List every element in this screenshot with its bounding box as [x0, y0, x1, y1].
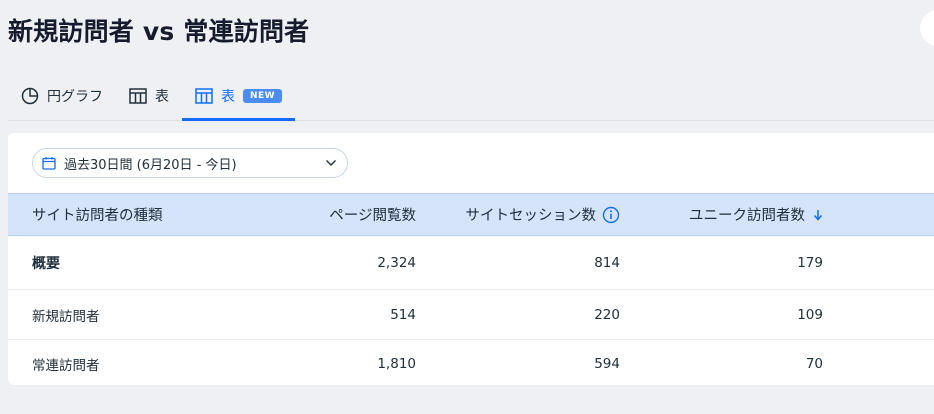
column-header-visitor-type[interactable]: サイト訪問者の種類 [8, 193, 188, 236]
column-header-sessions[interactable]: サイトセッション数 [416, 193, 620, 236]
column-header-unique-visitors[interactable]: ユニーク訪問者数 [620, 193, 823, 236]
tab-table-new[interactable]: 表 NEW [182, 72, 296, 121]
cell-page-views: 1,810 [377, 355, 416, 372]
new-badge: NEW [243, 89, 283, 103]
tab-label: 円グラフ [47, 89, 103, 105]
column-header-spacer [823, 193, 934, 236]
cell-unique-visitors: 109 [797, 306, 823, 323]
cell-visitor-type: 新規訪問者 [32, 308, 100, 325]
date-range-label: 過去30日間 (6月20日 - 今日) [64, 157, 237, 173]
view-tabs: 円グラフ 表 表 NEW [8, 72, 934, 121]
column-header-page-views[interactable]: ページ閲覧数 [188, 193, 416, 236]
date-range-dropdown[interactable]: 過去30日間 (6月20日 - 今日) [32, 148, 348, 178]
tab-label: 表 [221, 89, 235, 105]
cell-unique-visitors: 70 [805, 355, 823, 372]
tab-label: 表 [155, 89, 169, 105]
calendar-icon [42, 156, 56, 170]
table-icon [129, 88, 147, 104]
corner-action-button[interactable] [920, 10, 934, 46]
cell-unique-visitors: 179 [797, 254, 823, 271]
table-row-summary: 概要 2,324 814 179 [8, 236, 934, 290]
cell-visitor-type: 概要 [32, 255, 60, 272]
cell-sessions: 594 [594, 355, 620, 372]
cell-page-views: 2,324 [377, 254, 416, 271]
info-icon[interactable] [602, 206, 620, 224]
report-card: 過去30日間 (6月20日 - 今日) サイト訪問者の種類 ページ閲覧数 サイト… [8, 133, 934, 385]
cell-sessions: 814 [594, 254, 620, 271]
page-title: 新規訪問者 vs 常連訪問者 [8, 17, 310, 46]
visitors-table: サイト訪問者の種類 ページ閲覧数 サイトセッション数 ユニーク訪問者数 概要 2… [8, 193, 934, 385]
table-header-row: サイト訪問者の種類 ページ閲覧数 サイトセッション数 ユニーク訪問者数 [8, 193, 934, 236]
cell-page-views: 514 [390, 306, 416, 323]
chevron-down-icon [325, 159, 337, 167]
tab-table[interactable]: 表 [116, 72, 182, 120]
table-row: 常連訪問者 1,810 594 70 [8, 340, 934, 386]
tab-pie-chart[interactable]: 円グラフ [8, 72, 116, 120]
table-row: 新規訪問者 514 220 109 [8, 290, 934, 340]
table-icon [195, 88, 213, 104]
sort-arrow-down-icon[interactable] [813, 209, 823, 221]
cell-visitor-type: 常連訪問者 [32, 357, 100, 374]
cell-sessions: 220 [594, 306, 620, 323]
pie-chart-icon [21, 87, 39, 105]
